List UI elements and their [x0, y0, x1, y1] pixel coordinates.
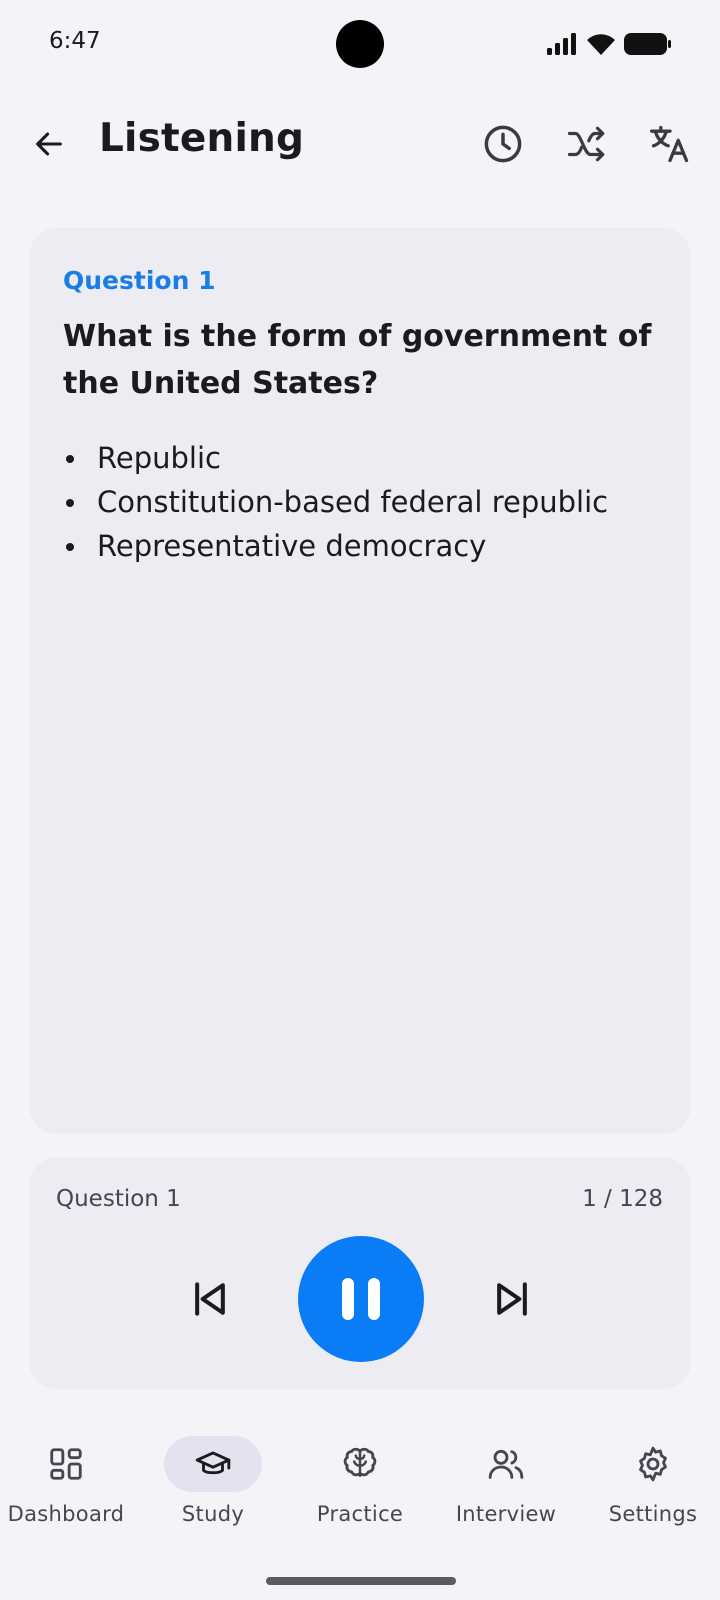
status-time: 6:47 — [49, 28, 101, 54]
nav-item-settings[interactable]: Settings — [583, 1436, 720, 1536]
nav-pill-active — [164, 1436, 262, 1492]
history-icon — [484, 125, 522, 163]
shuffle-icon — [567, 126, 605, 162]
wifi-icon — [587, 34, 615, 55]
nav-item-practice[interactable]: Practice — [290, 1436, 430, 1536]
nav-item-study[interactable]: Study — [143, 1436, 283, 1536]
answer-item: Representative democracy — [63, 524, 608, 568]
status-bar: 6:47 — [0, 0, 720, 88]
skip-previous-icon — [195, 1282, 225, 1316]
answer-item: Republic — [63, 436, 608, 480]
battery-icon — [624, 33, 671, 55]
nav-pill — [604, 1436, 702, 1492]
skip-next-icon — [497, 1282, 527, 1316]
translate-icon — [650, 125, 689, 163]
translate-button[interactable] — [642, 116, 698, 172]
nav-pill — [17, 1436, 115, 1492]
back-button[interactable] — [21, 116, 77, 172]
nav-label: Practice — [316, 1502, 404, 1526]
answer-list: Republic Constitution-based federal repu… — [63, 436, 608, 568]
nav-item-dashboard[interactable]: Dashboard — [0, 1436, 136, 1536]
arrow-back-icon — [36, 132, 62, 156]
home-indicator[interactable] — [266, 1577, 456, 1585]
player-question-label: Question 1 — [56, 1186, 181, 1212]
pause-button[interactable] — [298, 1236, 424, 1362]
dashboard-icon — [50, 1448, 82, 1480]
nav-label: Interview — [455, 1502, 557, 1526]
question-number: Question 1 — [63, 266, 216, 295]
nav-pill — [457, 1436, 555, 1492]
graduation-cap-icon — [195, 1451, 231, 1475]
gear-icon — [639, 1446, 667, 1482]
camera-cutout — [336, 20, 384, 68]
signal-icon — [547, 33, 576, 55]
nav-label: Dashboard — [7, 1502, 125, 1526]
nav-label: Settings — [608, 1502, 698, 1526]
previous-button[interactable] — [182, 1271, 238, 1327]
history-button[interactable] — [475, 116, 531, 172]
nav-item-interview[interactable]: Interview — [436, 1436, 576, 1536]
answer-item: Constitution-based federal republic — [63, 480, 608, 524]
brain-icon — [343, 1447, 377, 1477]
next-button[interactable] — [484, 1271, 540, 1327]
question-text: What is the form of government of the Un… — [63, 319, 652, 401]
nav-pill — [311, 1436, 409, 1492]
status-icons — [546, 30, 672, 58]
page-title: Listening — [99, 116, 305, 161]
shuffle-button[interactable] — [559, 116, 615, 172]
pause-icon — [342, 1278, 380, 1320]
nav-label: Study — [181, 1502, 245, 1526]
player-progress-count: 1 / 128 — [582, 1186, 663, 1212]
people-icon — [488, 1449, 524, 1479]
